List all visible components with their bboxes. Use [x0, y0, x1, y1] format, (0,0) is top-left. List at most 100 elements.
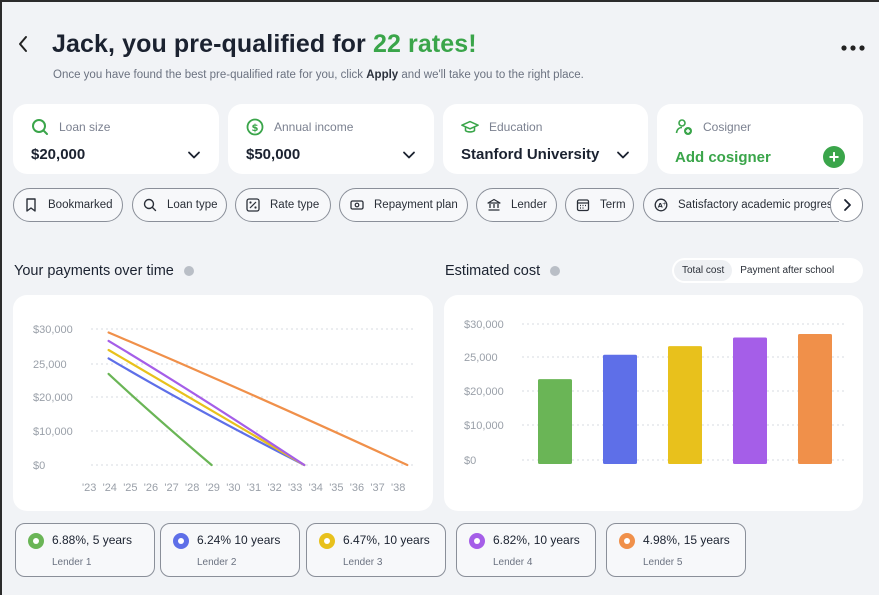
toggle-total-cost[interactable]: Total cost [674, 260, 733, 281]
subtitle-text: Once you have found the best pre-qualifi… [53, 69, 367, 81]
lender-name: Lender 3 [343, 557, 383, 568]
x-tick-label: '29 [206, 482, 220, 494]
bar-lender-3 [668, 346, 702, 464]
x-tick-label: '36 [350, 482, 364, 494]
payments-title-text: Your payments over time [14, 263, 174, 279]
payments-chart-panel: $30,000 25,000 $20,000 $10,000 $0 '23 '24 '25 '2… [13, 295, 433, 511]
chip-bookmarked[interactable]: Bookmarked [13, 188, 123, 222]
lender-card-1[interactable]: 6.88%, 5 years Lender 1 [15, 523, 155, 577]
cost-bar-chart: $30,000 25,000 $20,000 $10,000 $0 [464, 319, 846, 467]
radio-dot-icon [173, 533, 189, 549]
chips-scroll-right-button[interactable] [830, 188, 863, 222]
chip-loan-type[interactable]: Loan type [132, 188, 227, 222]
chip-rate-type[interactable]: Rate type [235, 188, 331, 222]
bar-lender-4 [733, 337, 767, 464]
add-cosigner-button[interactable]: + [823, 146, 845, 168]
y-tick-label: 25,000 [464, 352, 498, 364]
cash-icon [350, 198, 364, 212]
y-tick-label: $10,000 [33, 426, 73, 438]
education-dropdown[interactable]: Education Stanford University [443, 104, 648, 174]
dollar-icon: $ [246, 118, 264, 136]
chevron-down-icon [403, 151, 415, 158]
cost-chart-title: Estimated cost [445, 263, 561, 279]
bookmark-icon [24, 198, 38, 212]
toggle-payment-after-school[interactable]: Payment after school [732, 260, 842, 281]
chip-satisfactory-academic-progress[interactable]: A + Satisfactory academic progress [643, 188, 839, 222]
lender-card-3[interactable]: 6.47%, 10 years Lender 3 [306, 523, 446, 577]
chevron-down-icon [617, 151, 629, 158]
y-tick-label: 25,000 [33, 359, 67, 371]
x-tick-label: '28 [185, 482, 199, 494]
y-tick-label: $30,000 [464, 319, 504, 331]
x-tick-label: '35 [329, 482, 343, 494]
search-icon [143, 198, 157, 212]
chip-lender[interactable]: Lender [476, 188, 557, 222]
info-icon[interactable] [550, 266, 561, 276]
page-subtitle: Once you have found the best pre-qualifi… [53, 69, 584, 81]
chip-term[interactable]: Term [565, 188, 634, 222]
loan-size-value: $20,000 [31, 146, 86, 163]
x-tick-label: '33 [288, 482, 302, 494]
search-icon [31, 118, 49, 136]
cost-title-text: Estimated cost [445, 263, 541, 279]
lender-name: Lender 4 [493, 557, 533, 568]
chip-label: Term [600, 199, 626, 211]
payments-line-chart: $30,000 25,000 $20,000 $10,000 $0 '23 '24 '25 '2… [33, 324, 413, 494]
chevron-down-icon [188, 151, 200, 158]
lender-card-2[interactable]: 6.24% 10 years Lender 2 [160, 523, 300, 577]
page-title: Jack, you pre-qualified for 22 rates! [52, 30, 477, 59]
chip-label: Bookmarked [48, 199, 113, 211]
annual-income-dropdown[interactable]: $ Annual income $50,000 [228, 104, 434, 174]
more-horizontal-icon [841, 45, 865, 51]
y-tick-label: $0 [464, 455, 476, 467]
grade-icon: A + [654, 198, 668, 212]
chip-label: Loan type [167, 199, 218, 211]
x-tick-label: '25 [123, 482, 137, 494]
chip-repayment-plan[interactable]: Repayment plan [339, 188, 468, 222]
lender-name: Lender 1 [52, 557, 92, 568]
chevron-right-icon [843, 199, 851, 211]
subtitle-apply: Apply [366, 69, 399, 81]
bar-lender-1 [538, 379, 572, 464]
bank-icon [487, 198, 501, 212]
series-line-lender-5 [107, 331, 409, 467]
x-tick-label: '38 [391, 482, 405, 494]
add-cosigner-link[interactable]: Add cosigner [675, 149, 771, 166]
graduation-cap-icon [461, 118, 479, 136]
cosigner-field[interactable]: Cosigner Add cosigner + [657, 104, 863, 174]
lender-card-5[interactable]: 4.98%, 15 years Lender 5 [606, 523, 746, 577]
cost-chart-panel: $30,000 25,000 $20,000 $10,000 $0 [444, 295, 863, 511]
chip-label: Repayment plan [374, 199, 458, 211]
y-tick-label: $20,000 [33, 392, 73, 404]
radio-dot-icon [469, 533, 485, 549]
loan-size-dropdown[interactable]: Loan size $20,000 [13, 104, 219, 174]
back-button[interactable] [16, 33, 34, 59]
y-tick-label: $10,000 [464, 420, 504, 432]
bar-lender-2 [603, 354, 637, 464]
x-tick-label: '31 [247, 482, 261, 494]
chip-label: Satisfactory academic progress [678, 199, 839, 211]
cost-view-toggle: Total cost Payment after school [672, 258, 863, 283]
radio-dot-icon [28, 533, 44, 549]
more-options-button[interactable] [841, 33, 865, 57]
chevron-left-icon [19, 36, 27, 52]
percent-icon [246, 198, 260, 212]
info-icon[interactable] [183, 266, 194, 276]
lender-rate: 6.88%, 5 years [52, 533, 133, 547]
bar-lender-5 [798, 334, 832, 464]
x-tick-label: '30 [226, 482, 240, 494]
lender-name: Lender 5 [643, 557, 683, 568]
education-value: Stanford University [461, 146, 600, 163]
loan-size-label: Loan size [59, 120, 111, 134]
x-tick-label: '32 [267, 482, 281, 494]
lender-rate: 6.24% 10 years [197, 533, 281, 547]
annual-income-label: Annual income [274, 120, 354, 134]
lender-card-4[interactable]: 6.82%, 10 years Lender 4 [456, 523, 596, 577]
education-label: Education [489, 120, 543, 134]
radio-dot-icon [319, 533, 335, 549]
y-tick-label: $20,000 [464, 386, 504, 398]
chip-label: Lender [511, 199, 547, 211]
y-tick-label: $30,000 [33, 324, 73, 336]
lender-rate: 6.82%, 10 years [493, 533, 580, 547]
chip-label: Rate type [270, 199, 320, 211]
